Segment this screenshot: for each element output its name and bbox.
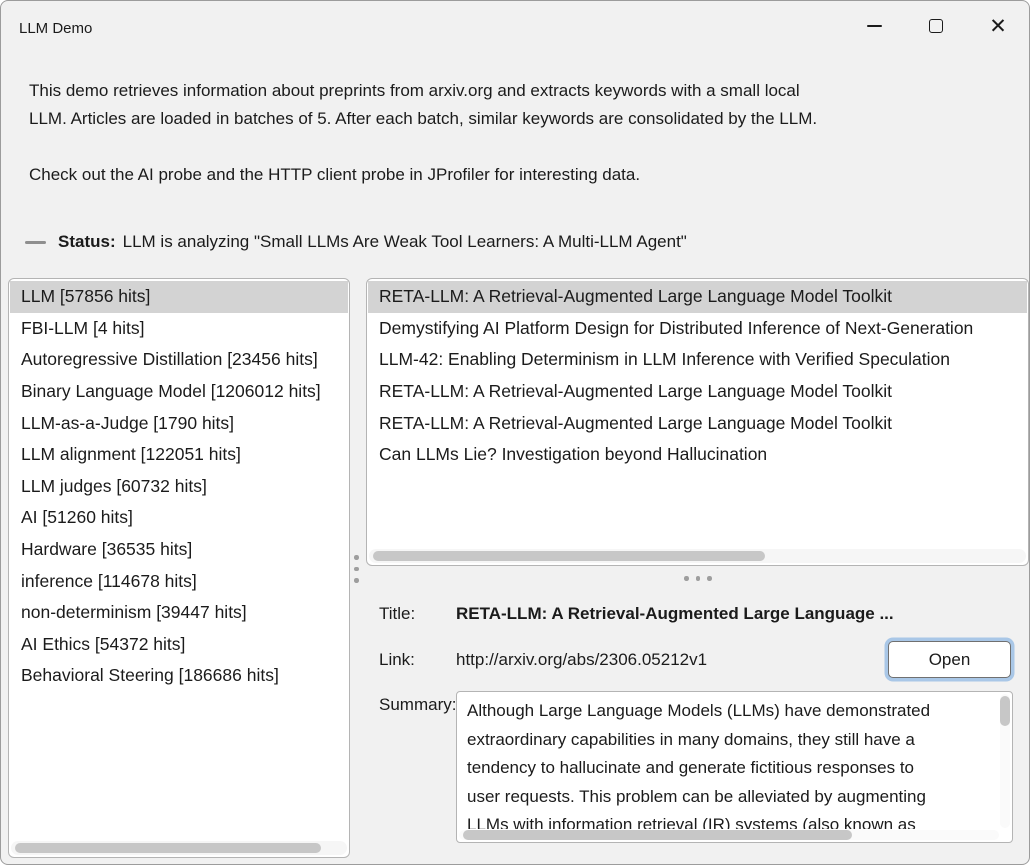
titlebar: LLM Demo ✕ <box>1 1 1029 57</box>
summary-hscrollbar[interactable] <box>459 830 999 840</box>
keyword-list-hscrollbar[interactable] <box>11 841 347 855</box>
close-icon: ✕ <box>989 16 1007 37</box>
article-list: RETA-LLM: A Retrieval-Augmented Large La… <box>368 281 1027 471</box>
keyword-list-item[interactable]: AI Ethics [54372 hits] <box>10 629 348 661</box>
keyword-list-item[interactable]: LLM alignment [122051 hits] <box>10 439 348 471</box>
open-link-button[interactable]: Open <box>888 641 1011 678</box>
article-list-item[interactable]: LLM-42: Enabling Determinism in LLM Infe… <box>368 344 1027 376</box>
summary-line: Although Large Language Models (LLMs) ha… <box>467 697 998 726</box>
keyword-list-item[interactable]: inference [114678 hits] <box>10 565 348 597</box>
intro-paragraph-1: This demo retrieves information about pr… <box>29 77 817 133</box>
detail-title-label: Title: <box>379 604 415 624</box>
window-title: LLM Demo <box>19 20 92 37</box>
intro-paragraph-2: Check out the AI probe and the HTTP clie… <box>29 161 640 189</box>
maximize-icon <box>929 19 943 33</box>
minimize-button[interactable] <box>843 1 905 51</box>
keyword-list-item[interactable]: Behavioral Steering [186686 hits] <box>10 660 348 692</box>
window-controls: ✕ <box>843 1 1029 57</box>
article-list-item[interactable]: RETA-LLM: A Retrieval-Augmented Large La… <box>368 281 1027 313</box>
summary-hscrollbar-thumb[interactable] <box>463 830 852 840</box>
article-list-item[interactable]: Demystifying AI Platform Design for Dist… <box>368 313 1027 345</box>
summary-text: Although Large Language Models (LLMs) ha… <box>467 697 998 829</box>
minimize-icon <box>867 25 882 27</box>
article-list-hscrollbar[interactable] <box>369 549 1026 563</box>
horizontal-splitter-grip-icon[interactable] <box>684 576 712 581</box>
keyword-list: LLM [57856 hits]FBI-LLM [4 hits]Autoregr… <box>10 281 348 692</box>
keyword-list-item[interactable]: Binary Language Model [1206012 hits] <box>10 376 348 408</box>
detail-title-value: RETA-LLM: A Retrieval-Augmented Large La… <box>456 604 894 624</box>
detail-link-value: http://arxiv.org/abs/2306.05212v1 <box>456 650 707 670</box>
keyword-list-item[interactable]: LLM judges [60732 hits] <box>10 471 348 503</box>
summary-line: tendency to hallucinate and generate fic… <box>467 754 998 783</box>
status-message: LLM is analyzing "Small LLMs Are Weak To… <box>123 232 687 252</box>
summary-line: extraordinary capabilities in many domai… <box>467 726 998 755</box>
detail-summary-label: Summary: <box>379 695 456 715</box>
detail-link-label: Link: <box>379 650 415 670</box>
summary-vscrollbar-thumb[interactable] <box>1000 696 1010 726</box>
keyword-list-hscrollbar-thumb[interactable] <box>15 843 321 853</box>
summary-line: LLMs with information retrieval (IR) sys… <box>467 811 998 829</box>
intro-line-1: This demo retrieves information about pr… <box>29 77 817 105</box>
maximize-button[interactable] <box>905 1 967 51</box>
article-list-item[interactable]: Can LLMs Lie? Investigation beyond Hallu… <box>368 439 1027 471</box>
keyword-list-item[interactable]: Hardware [36535 hits] <box>10 534 348 566</box>
keyword-list-item[interactable]: FBI-LLM [4 hits] <box>10 313 348 345</box>
summary-vscrollbar[interactable] <box>1000 694 1010 828</box>
article-list-item[interactable]: RETA-LLM: A Retrieval-Augmented Large La… <box>368 407 1027 439</box>
vertical-splitter-grip-icon[interactable] <box>354 555 359 583</box>
summary-textarea[interactable]: Although Large Language Models (LLMs) ha… <box>456 691 1013 843</box>
article-list-item[interactable]: RETA-LLM: A Retrieval-Augmented Large La… <box>368 376 1027 408</box>
keyword-list-item[interactable]: LLM [57856 hits] <box>10 281 348 313</box>
summary-line: user requests. This problem can be allev… <box>467 783 998 812</box>
app-window: LLM Demo ✕ This demo retrieves informati… <box>0 0 1030 865</box>
status-row: Status: LLM is analyzing "Small LLMs Are… <box>25 229 687 255</box>
intro-line-2: LLM. Articles are loaded in batches of 5… <box>29 105 817 133</box>
close-button[interactable]: ✕ <box>967 1 1029 51</box>
keyword-list-item[interactable]: Autoregressive Distillation [23456 hits] <box>10 344 348 376</box>
keyword-list-item[interactable]: non-determinism [39447 hits] <box>10 597 348 629</box>
status-spinner-icon <box>25 241 46 244</box>
article-list-hscrollbar-thumb[interactable] <box>373 551 765 561</box>
keyword-list-panel: LLM [57856 hits]FBI-LLM [4 hits]Autoregr… <box>8 278 350 858</box>
article-list-panel: RETA-LLM: A Retrieval-Augmented Large La… <box>366 278 1029 566</box>
keyword-list-item[interactable]: LLM-as-a-Judge [1790 hits] <box>10 407 348 439</box>
keyword-list-item[interactable]: AI [51260 hits] <box>10 502 348 534</box>
status-label: Status: <box>58 232 116 252</box>
